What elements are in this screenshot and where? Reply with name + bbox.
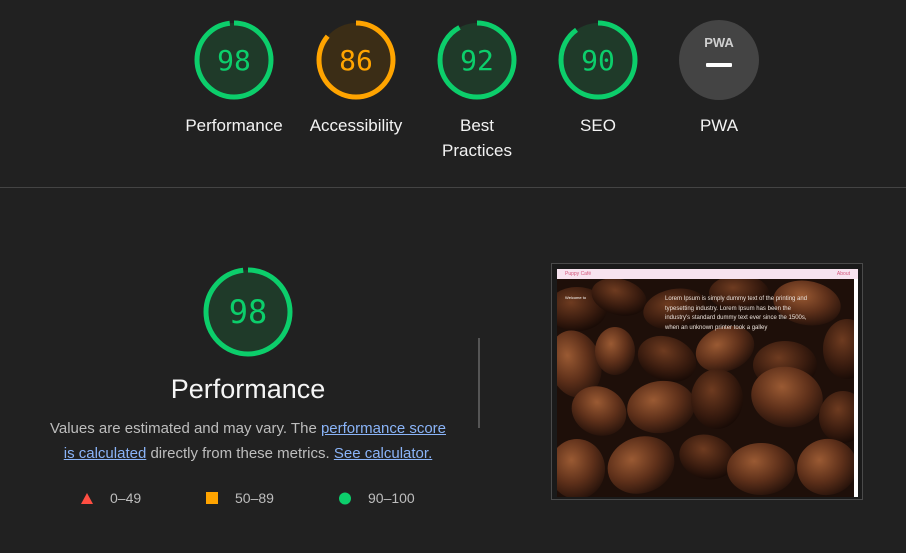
category-scores: 98 Performance 86 Accessibility 92 Best …: [0, 0, 906, 187]
legend-range: 90–100: [368, 490, 415, 506]
score-value: 92: [460, 44, 494, 77]
gauge-label: PWA: [699, 116, 739, 135]
score-value: 86: [339, 44, 373, 77]
desc-text: Values are estimated and may vary. The: [49, 420, 321, 437]
desc-text: directly from these metrics.: [146, 445, 334, 462]
performance-description: Values are estimated and may vary. The p…: [44, 416, 452, 466]
gauge-label: Performance: [185, 116, 283, 135]
screenshot-image: Puppy Café About Welcome to Lorem Ipsum …: [557, 269, 858, 497]
gauge-label: Best Practices: [442, 116, 512, 160]
screenshot-navbar: Puppy Café About: [557, 269, 858, 279]
gauge-label: Accessibility: [309, 116, 403, 135]
score-ring: 92: [437, 20, 517, 100]
score-value: 98: [217, 44, 251, 77]
performance-section: 98 Performance Values are estimated and …: [0, 188, 906, 553]
na-dash-icon: [706, 63, 732, 67]
pwa-badge: PWA: [679, 20, 759, 100]
performance-score: 98: [229, 293, 268, 331]
final-screenshot[interactable]: Puppy Café About Welcome to Lorem Ipsum …: [551, 263, 863, 500]
gauge-performance[interactable]: 98 Performance: [174, 19, 294, 138]
gauge-seo[interactable]: 90 SEO: [538, 19, 658, 138]
triangle-icon: [81, 492, 93, 504]
screenshot-lorem: Lorem Ipsum is simply dummy text of the …: [665, 296, 808, 331]
legend-range: 0–49: [110, 490, 142, 506]
score-ring: 90: [558, 20, 638, 100]
vertical-separator: [478, 338, 480, 428]
screenshot-brand: Puppy Café: [565, 271, 592, 277]
performance-title: Performance: [170, 374, 326, 404]
legend-pass: 90–100: [338, 490, 415, 506]
gauge-pwa[interactable]: PWA PWA: [659, 19, 779, 138]
legend-fail: 0–49: [80, 490, 141, 506]
circle-icon: [339, 492, 351, 504]
screenshot-nav-link: About: [836, 271, 850, 277]
score-value: 90: [581, 44, 615, 77]
legend-range: 50–89: [235, 490, 274, 506]
score-ring: 86: [316, 20, 396, 100]
pwa-logo-icon: PWA: [704, 35, 734, 50]
screenshot-welcome: Welcome to: [565, 295, 587, 300]
gauge-label: SEO: [580, 116, 616, 135]
square-icon: [206, 491, 218, 504]
gauge-accessibility[interactable]: 86 Accessibility: [296, 19, 416, 138]
score-ring: 98: [194, 20, 274, 100]
performance-gauge: 98: [203, 267, 293, 357]
legend-average: 50–89: [205, 490, 274, 506]
gauge-best-practices[interactable]: 92 Best Practices: [417, 19, 537, 163]
see-calculator-link[interactable]: See calculator.: [334, 445, 432, 462]
